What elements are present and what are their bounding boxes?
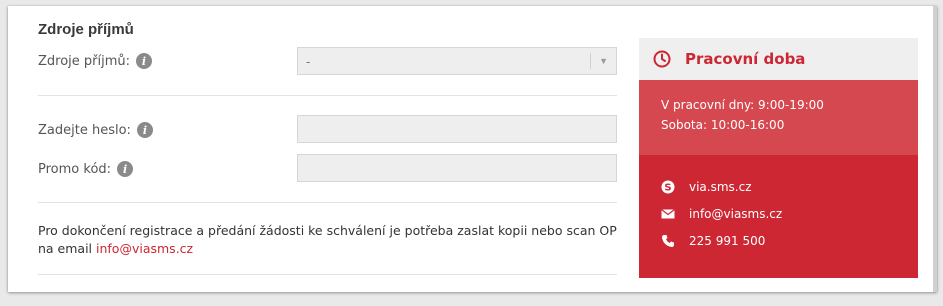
promo-label-row: Promo kód: i <box>38 161 134 177</box>
section-title: Zdroje příjmů <box>38 21 134 38</box>
hours-saturday: Sobota: 10:00-16:00 <box>661 118 785 132</box>
working-hours-panel: Pracovní doba V pracovní dny: 9:00-19:00… <box>639 38 918 278</box>
phone-number: 225 991 500 <box>689 233 766 248</box>
mail-icon <box>661 207 675 221</box>
phone-icon <box>661 234 675 248</box>
contacts: S via.sms.cz info@viasms.cz 225 991 500 <box>639 155 918 278</box>
info-icon[interactable]: i <box>117 161 134 177</box>
password-label-row: Zadejte heslo: i <box>38 122 153 138</box>
password-input[interactable] <box>297 115 617 143</box>
income-source-label: Zdroje příjmů: <box>38 53 131 69</box>
hours-weekdays: V pracovní dny: 9:00-19:00 <box>661 98 824 112</box>
divider <box>38 202 617 203</box>
income-source-select[interactable]: - ▼ <box>297 47 617 75</box>
skype-name: via.sms.cz <box>689 179 752 194</box>
skype-icon: S <box>661 180 675 194</box>
promo-input[interactable] <box>297 154 617 182</box>
registration-card: Zdroje příjmů Zdroje příjmů: i - ▼ Zadej… <box>8 6 937 292</box>
contact-email-text: info@viasms.cz <box>689 206 783 221</box>
panel-header: Pracovní doba <box>639 38 918 80</box>
chevron-down-icon: ▼ <box>590 53 608 69</box>
notice-email-link[interactable]: info@viasms.cz <box>96 241 193 256</box>
income-source-label-row: Zdroje příjmů: i <box>38 53 153 69</box>
svg-text:S: S <box>664 182 671 193</box>
divider <box>38 274 617 275</box>
registration-notice: Pro dokončení registrace a předání žádos… <box>38 222 618 258</box>
income-source-value: - <box>306 53 311 69</box>
password-label: Zadejte heslo: <box>38 122 131 138</box>
info-icon[interactable]: i <box>136 53 153 69</box>
panel-title: Pracovní doba <box>685 50 806 68</box>
clock-icon <box>653 50 671 68</box>
working-hours: V pracovní dny: 9:00-19:00 Sobota: 10:00… <box>639 80 918 155</box>
promo-label: Promo kód: <box>38 161 112 177</box>
contact-email[interactable]: info@viasms.cz <box>661 200 896 227</box>
contact-skype[interactable]: S via.sms.cz <box>661 173 896 200</box>
info-icon[interactable]: i <box>136 122 153 138</box>
divider <box>38 95 617 96</box>
contact-phone[interactable]: 225 991 500 <box>661 227 896 254</box>
